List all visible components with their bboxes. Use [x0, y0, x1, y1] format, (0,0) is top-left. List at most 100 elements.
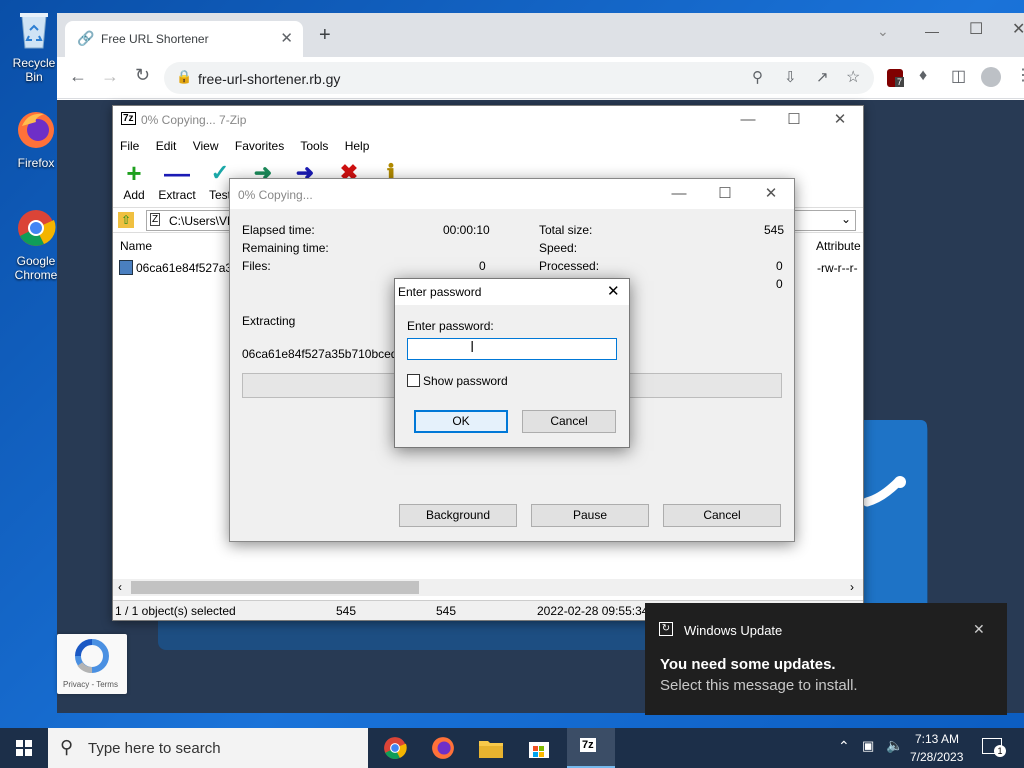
search-icon[interactable]: ⚲: [752, 68, 763, 86]
show-hidden-icons-icon[interactable]: ⌃: [838, 738, 850, 755]
close-button[interactable]: ✕: [1012, 19, 1024, 39]
plus-icon: +: [126, 158, 142, 188]
scroll-right-icon[interactable]: ›: [850, 580, 854, 594]
maximize-button[interactable]: ☐: [969, 19, 983, 39]
browser-tab[interactable]: 🔗 Free URL Shortener ✕: [65, 21, 303, 57]
desktop-icon-recycle-bin[interactable]: Recycle Bin: [6, 8, 62, 84]
password-titlebar: Enter password ✕: [395, 279, 629, 305]
minus-icon: —: [164, 158, 190, 188]
browser-toolbar: ← → ↻ 🔒 free-url-shortener.rb.gy ⚲ ⇩ ↗ ☆…: [57, 57, 1024, 99]
password-input[interactable]: [407, 338, 617, 360]
add-button[interactable]: + Add: [121, 160, 147, 202]
ok-button[interactable]: OK: [414, 410, 508, 433]
menu-edit[interactable]: Edit: [156, 139, 177, 153]
close-notification-icon[interactable]: ✕: [973, 621, 985, 638]
column-header-attributes[interactable]: Attribute: [816, 239, 861, 253]
minimize-button[interactable]: —: [925, 23, 939, 39]
back-icon[interactable]: ←: [69, 66, 87, 87]
remaining-label: Remaining time:: [242, 241, 329, 255]
taskbar-search-box[interactable]: ⚲ Type here to search: [48, 728, 368, 768]
extensions-puzzle-icon[interactable]: ♦: [919, 67, 927, 85]
network-icon[interactable]: ▣: [862, 738, 874, 754]
path-dropdown-icon[interactable]: ⌄: [841, 212, 851, 226]
clock-date[interactable]: 7/28/2023: [910, 750, 963, 764]
tab-search-icon[interactable]: ⌄: [877, 23, 889, 40]
menu-view[interactable]: View: [193, 139, 219, 153]
volume-icon[interactable]: 🔈: [886, 737, 903, 754]
taskbar-store[interactable]: [515, 728, 563, 768]
password-dialog-title: Enter password: [398, 285, 482, 299]
cancel-button[interactable]: Cancel: [522, 410, 616, 433]
horizontal-scrollbar[interactable]: ‹ ›: [113, 579, 863, 596]
scroll-left-icon[interactable]: ‹: [118, 580, 122, 594]
link-icon: 🔗: [77, 30, 95, 46]
scroll-thumb[interactable]: [131, 581, 419, 594]
notification-count: 1: [994, 745, 1006, 757]
elapsed-value: 00:00:10: [443, 223, 490, 237]
maximize-button[interactable]: ☐: [702, 180, 748, 208]
forward-icon[interactable]: →: [101, 66, 119, 87]
desktop-icon-label: Recycle Bin: [12, 56, 56, 84]
desktop-icon-firefox[interactable]: Firefox: [8, 108, 64, 170]
side-panel-icon[interactable]: ◫: [951, 66, 966, 86]
background-button[interactable]: Background: [399, 504, 517, 527]
taskbar-firefox[interactable]: [419, 728, 467, 768]
new-tab-button[interactable]: +: [319, 25, 331, 45]
address-bar[interactable]: 🔒 free-url-shortener.rb.gy ⚲ ⇩ ↗ ☆: [164, 62, 874, 94]
cancel-button[interactable]: Cancel: [663, 504, 781, 527]
menu-favorites[interactable]: Favorites: [235, 139, 284, 153]
reload-icon[interactable]: ↻: [135, 65, 150, 86]
close-tab-icon[interactable]: ✕: [280, 29, 293, 47]
tab-title: Free URL Shortener: [101, 32, 209, 46]
action-center-button[interactable]: 1: [982, 738, 1006, 757]
current-file-name: 06ca61e84f527a35b710bcedd1: [242, 347, 411, 361]
menu-tools[interactable]: Tools: [300, 139, 328, 153]
recaptcha-links[interactable]: Privacy - Terms: [63, 680, 118, 689]
enter-password-dialog: Enter password ✕ Enter password: I Show …: [394, 278, 630, 448]
clock-time[interactable]: 7:13 AM: [915, 732, 959, 746]
maximize-button[interactable]: ☐: [771, 106, 817, 134]
recaptcha-badge[interactable]: Privacy - Terms: [57, 634, 127, 694]
7zip-icon: 7z: [580, 738, 596, 752]
archive-file-icon: [119, 260, 133, 275]
extract-button[interactable]: — Extract: [157, 160, 197, 202]
close-button[interactable]: ✕: [748, 180, 794, 208]
close-icon[interactable]: ✕: [607, 282, 620, 300]
menu-help[interactable]: Help: [345, 139, 370, 153]
desktop-icon-label: Google Chrome: [14, 254, 58, 282]
password-prompt-label: Enter password:: [407, 319, 494, 333]
notification-app-name: Windows Update: [684, 623, 783, 638]
install-icon[interactable]: ⇩: [784, 68, 797, 86]
profile-avatar-icon[interactable]: [981, 67, 1001, 87]
status-selected: 1 / 1 object(s) selected: [115, 604, 236, 618]
close-button[interactable]: ✕: [817, 106, 863, 134]
files-label: Files:: [242, 259, 271, 273]
share-icon[interactable]: ↗: [816, 68, 829, 86]
lock-icon: 🔒: [176, 69, 193, 84]
ublock-extension-icon[interactable]: 7: [887, 69, 905, 87]
pause-button[interactable]: Pause: [531, 504, 649, 527]
path-text: C:\Users\VM: [169, 214, 238, 228]
status-size: 545: [336, 604, 357, 618]
menu-file[interactable]: File: [120, 139, 139, 153]
windows-update-notification[interactable]: ↻ Windows Update ✕ You need some updates…: [645, 603, 1007, 715]
desktop-icon-chrome[interactable]: Google Chrome: [8, 206, 64, 282]
up-folder-icon[interactable]: ⇧: [118, 212, 134, 228]
minimize-button[interactable]: —: [725, 106, 771, 134]
start-button[interactable]: [0, 728, 48, 768]
firefox-icon: [14, 108, 58, 152]
taskbar-file-explorer[interactable]: [467, 728, 515, 768]
folder-icon: [479, 741, 503, 758]
files-value: 0: [479, 259, 486, 273]
taskbar-7zip[interactable]: 7z: [567, 728, 615, 768]
bookmark-star-icon[interactable]: ☆: [846, 67, 860, 87]
minimize-button[interactable]: —: [656, 180, 702, 208]
taskbar-chrome[interactable]: [371, 728, 419, 768]
column-header-name[interactable]: Name: [120, 239, 152, 253]
windows-logo-icon: [16, 740, 32, 756]
show-password-checkbox[interactable]: [407, 374, 420, 387]
extracting-label: Extracting: [242, 314, 296, 328]
chrome-icon: [14, 206, 58, 250]
more-menu-icon[interactable]: ⋮: [1015, 65, 1024, 85]
show-password-label: Show password: [423, 374, 508, 388]
